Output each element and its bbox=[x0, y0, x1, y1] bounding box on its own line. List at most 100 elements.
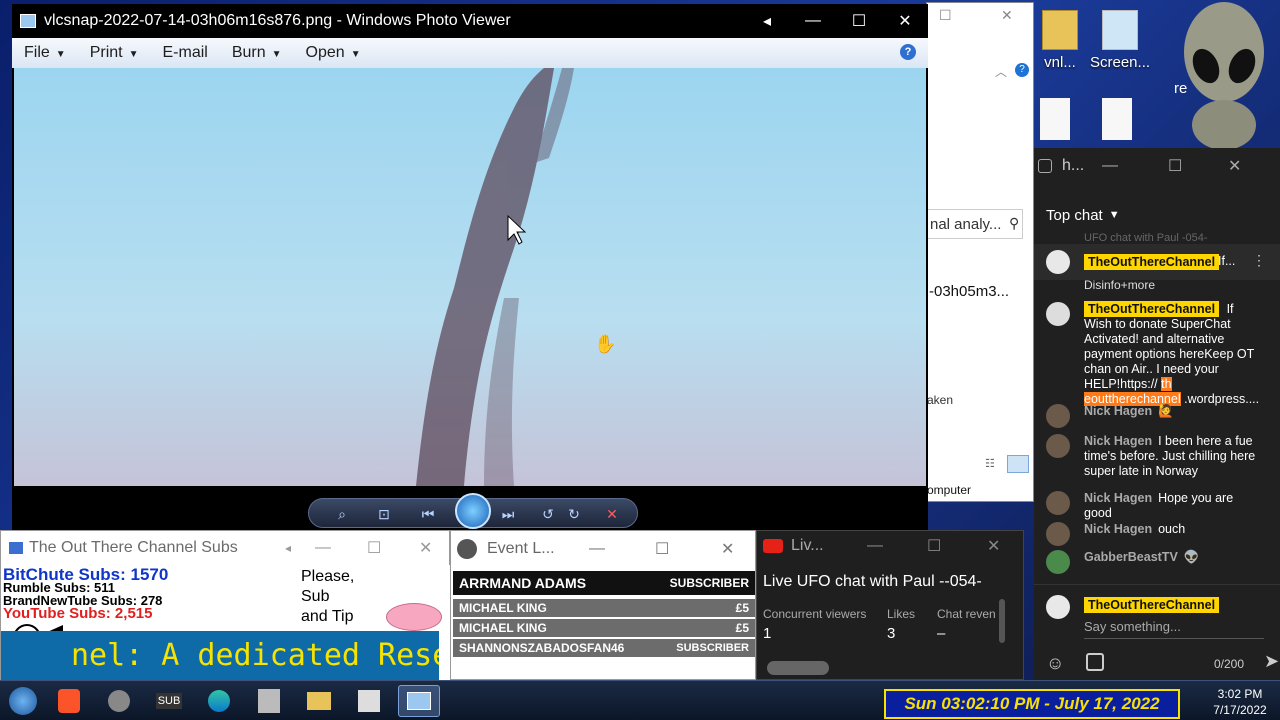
slideshow-button[interactable] bbox=[455, 493, 491, 529]
top-chat-dropdown[interactable]: Top chat ▼ bbox=[1034, 198, 1280, 232]
chat-window-title: h... bbox=[1062, 157, 1085, 174]
taskbar-edge[interactable] bbox=[198, 685, 240, 717]
subs-window[interactable]: The Out There Channel Subs ◂ — ☐ ✕ BitCh… bbox=[0, 530, 451, 681]
maximize-button[interactable]: ☐ bbox=[367, 538, 419, 558]
send-icon[interactable]: ➤ bbox=[1264, 651, 1279, 672]
taskbar-app[interactable] bbox=[348, 685, 390, 717]
photo-viewer-titlebar[interactable]: vlcsnap-2022-07-14-03h06m16s876.png - Wi… bbox=[12, 4, 928, 38]
close-button[interactable]: ✕ bbox=[419, 538, 449, 558]
faded-message: UFO chat with Paul -054- bbox=[1084, 232, 1208, 244]
delete-icon[interactable]: ✕ bbox=[601, 503, 623, 525]
minimize-button[interactable]: — bbox=[790, 4, 836, 38]
minimize-button[interactable]: — bbox=[867, 537, 927, 555]
stat-value-likes: 3 bbox=[887, 625, 896, 642]
event-list-window[interactable]: Event L... — ☐ ✕ ARRMAND ADAMS SUBSCRIBER… bbox=[450, 530, 756, 680]
details-view-icon[interactable]: ☷ bbox=[985, 457, 1001, 471]
desktop-alien-label: re bbox=[1174, 80, 1188, 97]
event-titlebar[interactable]: Event L... — ☐ ✕ bbox=[451, 531, 755, 567]
menu-burn[interactable]: Burn ▼ bbox=[220, 44, 294, 62]
super-chat-icon[interactable] bbox=[1086, 653, 1104, 671]
pinned-message[interactable]: TheOutThereChannel If... ⋮ bbox=[1034, 244, 1280, 280]
event-row[interactable]: SHANNONSZABADOSFAN46 SUBSCRIBER bbox=[453, 639, 755, 657]
menu-print[interactable]: Print ▼ bbox=[78, 44, 151, 62]
start-button[interactable] bbox=[2, 685, 44, 717]
menu-file[interactable]: File ▼ bbox=[12, 44, 78, 62]
photo-image[interactable]: ✋ bbox=[14, 68, 926, 486]
chat-message[interactable]: GabberBeastTV 👽 bbox=[1034, 550, 1280, 574]
horizontal-scrollbar[interactable] bbox=[767, 661, 829, 675]
taskbar-explorer[interactable] bbox=[298, 685, 340, 717]
close-button[interactable]: ✕ bbox=[987, 536, 1023, 556]
emoji-icon[interactable]: ☺ bbox=[1046, 653, 1064, 674]
desktop-file-icon-2[interactable] bbox=[1102, 98, 1132, 140]
live-chat-window[interactable]: h... — ☐ ✕ Top chat ▼ UFO chat with Paul … bbox=[1034, 148, 1280, 680]
maximize-button[interactable]: ☐ bbox=[927, 536, 987, 556]
explorer-close-button[interactable]: ✕ bbox=[1001, 7, 1013, 24]
taskbar-streamlabs[interactable] bbox=[98, 685, 140, 717]
zoom-icon[interactable]: ⌕ bbox=[331, 503, 353, 525]
taskbar-sub-app[interactable]: SUB bbox=[148, 685, 190, 717]
search-icon[interactable]: ⚲ bbox=[1009, 215, 1019, 232]
maximize-button[interactable]: ☐ bbox=[655, 539, 721, 559]
chat-message[interactable]: TheOutThereChannel If Wish to donate Sup… bbox=[1034, 301, 1280, 407]
maximize-button[interactable]: ☐ bbox=[1168, 156, 1218, 176]
chevron-up-icon[interactable]: ︿ bbox=[995, 63, 1007, 80]
menu-email[interactable]: E-mail bbox=[151, 44, 220, 62]
char-count: 0/200 bbox=[1214, 657, 1245, 671]
desktop-file-icon[interactable] bbox=[1040, 98, 1070, 140]
app-icon bbox=[9, 542, 23, 554]
file-explorer-window[interactable]: ☐ ✕ ︿ ? nal analy... ⚲ -03h05m3... aken … bbox=[926, 2, 1034, 502]
yt-titlebar[interactable]: Liv... — ☐ ✕ bbox=[757, 531, 1023, 561]
next-icon[interactable]: ⏭ bbox=[497, 503, 519, 525]
chat-input[interactable]: Say something... bbox=[1084, 619, 1264, 639]
previous-icon[interactable]: ⏮ bbox=[417, 503, 439, 525]
minimize-button[interactable]: — bbox=[589, 540, 655, 558]
actual-size-icon[interactable]: ⊡ bbox=[373, 503, 395, 525]
chat-message[interactable]: Nick Hagen Hope you are good bbox=[1034, 491, 1280, 521]
owner-badge: TheOutThereChannel bbox=[1084, 254, 1220, 270]
input-owner-badge: TheOutThereChannel bbox=[1084, 597, 1220, 613]
chat-link[interactable]: https:// bbox=[1120, 377, 1158, 391]
taskbar-brave[interactable] bbox=[48, 685, 90, 717]
chat-titlebar[interactable]: h... — ☐ ✕ bbox=[1034, 148, 1280, 184]
chevron-left-icon[interactable]: ◂ bbox=[744, 4, 790, 38]
help-icon[interactable]: ? bbox=[900, 44, 916, 60]
chevron-left-icon[interactable]: ◂ bbox=[285, 541, 315, 555]
rotate-right-icon[interactable]: ↻ bbox=[563, 503, 585, 525]
explorer-file-name[interactable]: -03h05m3... bbox=[929, 283, 1009, 300]
minimize-button[interactable]: — bbox=[1102, 157, 1148, 175]
explorer-minimize-button[interactable]: ☐ bbox=[939, 7, 952, 24]
large-icons-view-icon[interactable] bbox=[1007, 455, 1029, 473]
taskbar-photo-viewer[interactable] bbox=[398, 685, 440, 717]
more-options-icon[interactable]: ⋮ bbox=[1252, 252, 1266, 269]
desktop-icon-folder[interactable]: vnl... bbox=[1030, 10, 1090, 71]
help-icon[interactable]: ? bbox=[1015, 63, 1029, 77]
chat-input-area: TheOutThereChannel Say something... ☺ 0/… bbox=[1034, 584, 1280, 680]
rotate-left-icon[interactable]: ↺ bbox=[537, 503, 559, 525]
close-button[interactable]: ✕ bbox=[1228, 156, 1268, 176]
chat-message[interactable]: Nick Hagen ouch bbox=[1034, 522, 1280, 546]
vertical-scrollbar[interactable] bbox=[999, 599, 1005, 643]
youtube-live-window[interactable]: Liv... — ☐ ✕ Live UFO chat with Paul --0… bbox=[756, 530, 1024, 680]
taskbar-clock[interactable]: 3:02 PM 7/17/2022 bbox=[1200, 684, 1280, 720]
chat-message[interactable]: Nick Hagen 🙋 bbox=[1034, 404, 1280, 428]
owner-badge: TheOutThereChannel bbox=[1084, 301, 1220, 317]
avatar bbox=[1046, 595, 1070, 619]
desktop-icon-screen[interactable]: Screen... bbox=[1090, 10, 1150, 71]
event-row[interactable]: MICHAEL KING £5 bbox=[453, 619, 755, 637]
subs-titlebar[interactable]: The Out There Channel Subs ◂ — ☐ ✕ bbox=[1, 531, 449, 565]
maximize-button[interactable]: ☐ bbox=[836, 4, 882, 38]
menu-open[interactable]: Open ▼ bbox=[294, 44, 373, 62]
taskbar-alien-app[interactable] bbox=[248, 685, 290, 717]
event-row[interactable]: MICHAEL KING £5 bbox=[453, 599, 755, 617]
close-button[interactable]: ✕ bbox=[882, 4, 928, 38]
chat-message[interactable]: Nick Hagen I been here a fue time's befor… bbox=[1034, 434, 1280, 479]
minimize-button[interactable]: — bbox=[315, 539, 367, 557]
screenshot-app-icon bbox=[1102, 10, 1138, 50]
window-title: vlcsnap-2022-07-14-03h06m16s876.png - Wi… bbox=[44, 12, 511, 29]
event-row[interactable]: ARRMAND ADAMS SUBSCRIBER bbox=[453, 571, 755, 595]
close-button[interactable]: ✕ bbox=[721, 539, 755, 559]
photo-viewer-window[interactable]: vlcsnap-2022-07-14-03h06m16s876.png - Wi… bbox=[12, 4, 928, 532]
alien-image bbox=[1176, 0, 1272, 150]
date-time-banner: Sun 03:02:10 PM - July 17, 2022 bbox=[884, 689, 1180, 719]
